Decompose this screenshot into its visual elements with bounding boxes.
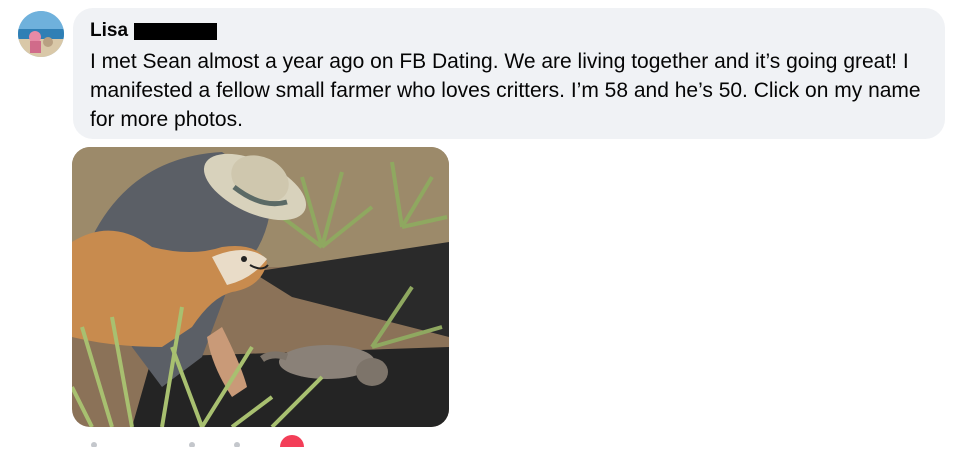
attached-photo[interactable] — [72, 147, 449, 427]
comment-text: I met Sean almost a year ago on FB Datin… — [90, 50, 921, 131]
redacted-surname — [134, 22, 218, 40]
reaction-bar — [72, 434, 372, 452]
author-name[interactable]: Lisa — [90, 20, 128, 42]
avatar[interactable] — [18, 11, 64, 57]
comment-bubble: Lisa I met Sean almost a year ago on FB … — [73, 8, 945, 139]
heart-reaction-icon[interactable] — [280, 435, 304, 452]
